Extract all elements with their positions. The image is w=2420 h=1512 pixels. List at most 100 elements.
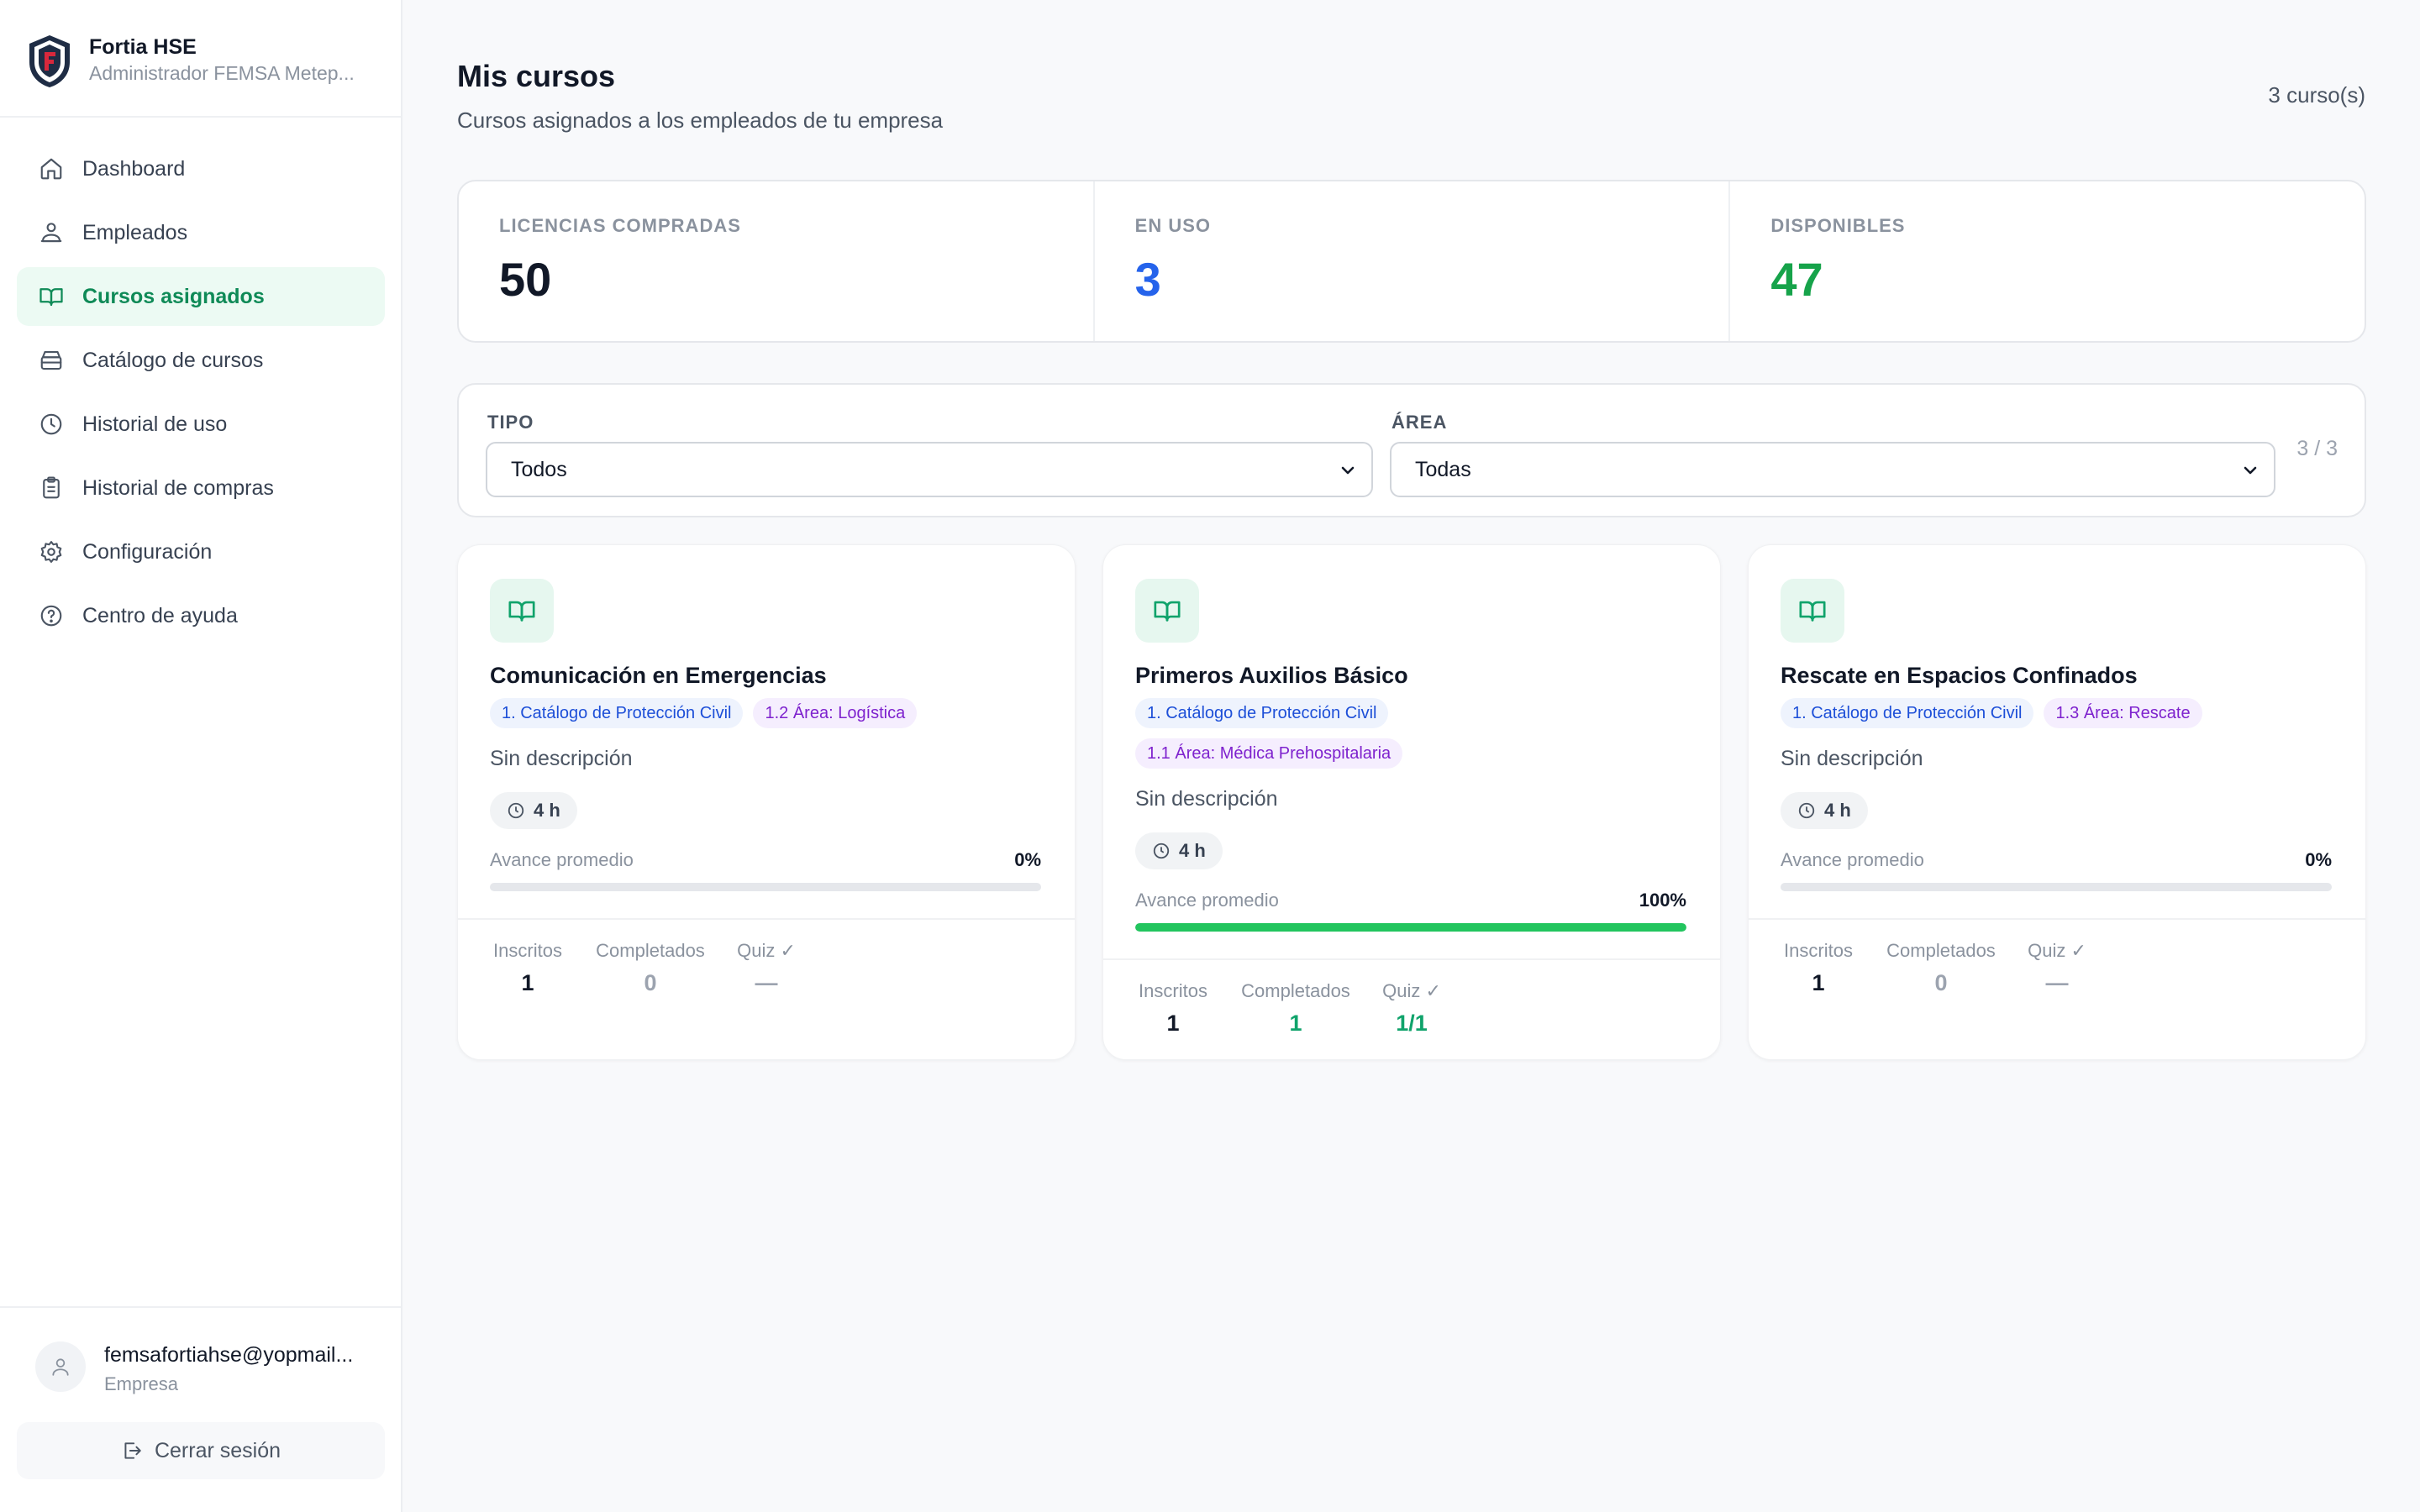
metric-value: 1: [521, 970, 534, 995]
duration-badge: 4 h: [490, 792, 577, 829]
license-stats: LICENCIAS COMPRADAS 50 EN USO 3 DISPONIB…: [457, 180, 2366, 343]
fortia-logo-icon: [29, 35, 70, 87]
stat-value: 47: [1770, 253, 1823, 306]
brand-header: Fortia HSE Administrador FEMSA Metep...: [0, 0, 401, 118]
metric-label: Completados: [1886, 940, 1996, 961]
course-card[interactable]: Primeros Auxilios Básico 1. Catálogo de …: [1102, 544, 1721, 1060]
sidebar-item-label: Historial de compras: [82, 475, 274, 500]
tipo-select-value: Todos: [511, 457, 567, 481]
clock-icon: [1153, 843, 1170, 859]
progress-label: Avance promedio: [1781, 849, 1924, 870]
logout-label: Cerrar sesión: [154, 1438, 281, 1462]
metric-value: 1/1: [1396, 1011, 1428, 1036]
metric-value: 0: [644, 970, 657, 995]
course-description: Sin descripción: [490, 747, 633, 770]
home-icon: [37, 155, 66, 183]
users-icon: [37, 218, 66, 247]
metric-value: 1: [1812, 970, 1825, 995]
course-title: Rescate en Espacios Confinados: [1781, 663, 2138, 688]
metric-inscritos: Inscritos 1: [490, 940, 566, 996]
progress-fill: [1135, 923, 1686, 932]
sidebar-item-label: Configuración: [82, 539, 213, 564]
avatar[interactable]: [35, 1341, 86, 1392]
gear-icon: [37, 538, 66, 566]
course-title: Comunicación en Emergencias: [490, 663, 827, 688]
logout-button[interactable]: Cerrar sesión: [17, 1422, 385, 1479]
card-divider: [1103, 958, 1720, 960]
stat-label: DISPONIBLES: [1770, 215, 1906, 236]
book-open-icon: [490, 579, 554, 643]
metric-label: Inscritos: [1784, 940, 1853, 961]
brand-subtitle: Administrador FEMSA Metep...: [89, 62, 355, 84]
book-open-icon: [1135, 579, 1199, 643]
sidebar-item-label: Catálogo de cursos: [82, 348, 264, 372]
user-email: femsafortiahse@yopmail...: [104, 1343, 354, 1367]
metric-completados: Completados 1: [1238, 980, 1354, 1037]
metric-value: 0: [1934, 970, 1948, 995]
chevron-down-icon: [2244, 466, 2257, 475]
catalog-tag: 1. Catálogo de Protección Civil: [1135, 698, 1389, 728]
course-description: Sin descripción: [1781, 747, 1923, 770]
sidebar-item-historial-uso[interactable]: Historial de uso: [17, 395, 385, 454]
clipboard-icon: [37, 474, 66, 502]
stat-licencias-compradas: LICENCIAS COMPRADAS 50: [459, 181, 1095, 341]
course-tags: 1. Catálogo de Protección Civil: [1135, 698, 1389, 728]
metric-label: Quiz ✓: [1382, 980, 1441, 1001]
sidebar-item-label: Cursos asignados: [82, 284, 265, 308]
brand-name: Fortia HSE: [89, 35, 197, 59]
stat-value: 3: [1134, 253, 1161, 306]
area-select[interactable]: Todas: [1390, 442, 2275, 497]
area-tag: 1.1 Área: Médica Prehospitalaria: [1135, 738, 1403, 769]
sidebar-item-label: Empleados: [82, 220, 188, 244]
metric-completados: Completados 0: [1883, 940, 1999, 996]
user-block: femsafortiahse@yopmail... Empresa Cerrar…: [0, 1306, 401, 1512]
chevron-down-icon: [1341, 466, 1355, 475]
page-subtitle: Cursos asignados a los empleados de tu e…: [457, 108, 944, 133]
area-tag: 1.2 Área: Logística: [753, 698, 918, 728]
catalog-tag: 1. Catálogo de Protección Civil: [1781, 698, 2034, 728]
course-description: Sin descripción: [1135, 787, 1278, 811]
course-card[interactable]: Comunicación en Emergencias 1. Catálogo …: [457, 544, 1076, 1060]
metric-label: Quiz ✓: [737, 940, 796, 961]
sidebar-item-centro-ayuda[interactable]: Centro de ayuda: [17, 586, 385, 645]
sidebar-item-dashboard[interactable]: Dashboard: [17, 139, 385, 198]
tipo-select[interactable]: Todos: [486, 442, 1373, 497]
progress-value: 0%: [2305, 849, 2332, 870]
stat-label: EN USO: [1134, 215, 1212, 236]
clock-icon: [37, 410, 66, 438]
progress-bar: [1135, 923, 1686, 932]
metric-inscritos: Inscritos 1: [1781, 940, 1856, 996]
course-tags: 1. Catálogo de Protección Civil 1.3 Área…: [1781, 698, 2202, 728]
sidebar-item-empleados[interactable]: Empleados: [17, 203, 385, 262]
progress-bar: [490, 883, 1041, 891]
sidebar-item-cursos-asignados[interactable]: Cursos asignados: [17, 267, 385, 326]
area-label: ÁREA: [1392, 412, 1448, 433]
filters-panel: TIPO Todos ÁREA Todas 3 / 3: [457, 383, 2366, 517]
area-tag: 1.3 Área: Rescate: [2044, 698, 2202, 728]
metric-value: —: [2045, 970, 2069, 995]
stat-value: 50: [499, 253, 552, 306]
course-tags: 1.1 Área: Médica Prehospitalaria: [1135, 738, 1403, 769]
course-card[interactable]: Rescate en Espacios Confinados 1. Catálo…: [1748, 544, 2366, 1060]
book-open-icon: [37, 282, 66, 311]
metric-value: —: [755, 970, 778, 995]
metric-value: 1: [1289, 1011, 1302, 1036]
user-icon: [52, 1358, 69, 1376]
catalog-icon: [37, 346, 66, 375]
page-title: Mis cursos: [457, 59, 616, 93]
clock-icon: [508, 802, 524, 819]
metric-quiz: Quiz ✓ —: [734, 940, 799, 996]
metric-quiz: Quiz ✓ —: [2024, 940, 2090, 996]
progress-value: 100%: [1639, 890, 1686, 911]
area-select-value: Todas: [1415, 457, 1471, 481]
sidebar-item-configuracion[interactable]: Configuración: [17, 522, 385, 581]
course-title: Primeros Auxilios Básico: [1135, 663, 1408, 688]
sidebar-item-catalogo[interactable]: Catálogo de cursos: [17, 331, 385, 390]
sidebar-item-label: Historial de uso: [82, 412, 228, 436]
course-count: 3 curso(s): [2268, 82, 2365, 108]
progress-label: Avance promedio: [1135, 890, 1279, 911]
sidebar-item-historial-compras[interactable]: Historial de compras: [17, 459, 385, 517]
course-tags: 1. Catálogo de Protección Civil 1.2 Área…: [490, 698, 918, 728]
user-role: Empresa: [104, 1373, 179, 1394]
metric-quiz: Quiz ✓ 1/1: [1379, 980, 1444, 1037]
